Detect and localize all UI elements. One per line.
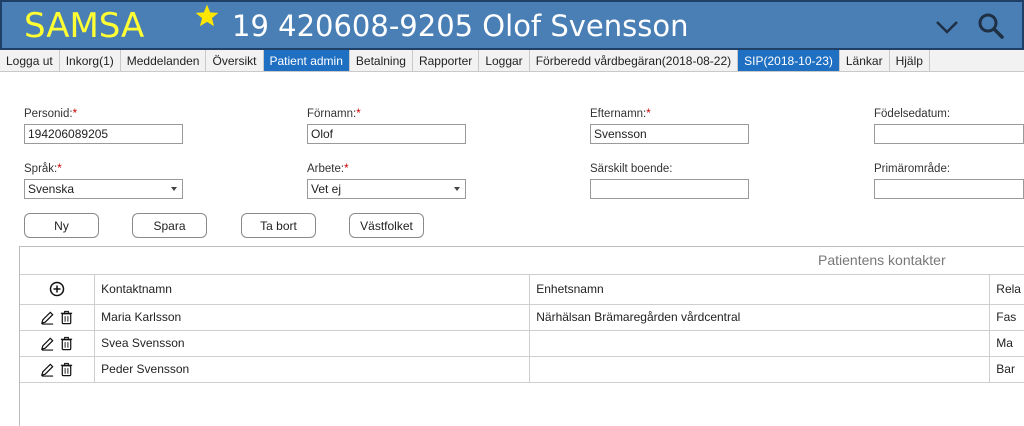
required-mark: * (72, 108, 78, 120)
nav-betalning[interactable]: Betalning (350, 50, 413, 71)
cell-kontaktnamn: Svea Svensson (94, 330, 531, 357)
efternamn-field: Efternamn:* Svensson (590, 106, 749, 144)
sprak-field: Språk:* Svenska (24, 161, 183, 199)
fodelsedatum-select[interactable] (874, 124, 1024, 144)
contacts-table: Kontaktnamn Enhetsnamn Rela Maria Karlss… (20, 275, 1024, 383)
nav-hjalp[interactable]: Hjälp (890, 50, 930, 71)
nav-rapporter[interactable]: Rapporter (413, 50, 480, 71)
primaromrade-field: Primärområde: (874, 161, 1024, 199)
column-header-enhetsnamn[interactable]: Enhetsnamn (529, 275, 991, 305)
personid-input[interactable]: 194206089205 (24, 124, 183, 144)
edit-pencil-icon[interactable] (40, 310, 55, 325)
nav-sip[interactable]: SIP(2018-10-23) (738, 50, 840, 71)
nav-meddelanden[interactable]: Meddelanden (121, 50, 207, 71)
ny-button[interactable]: Ny (24, 213, 99, 238)
cell-relation: Fas (989, 304, 1024, 331)
spara-button[interactable]: Spara (132, 213, 207, 238)
fodelsedatum-label: Födelsedatum: (874, 108, 951, 120)
arbete-value: Vet ej (311, 182, 342, 196)
cell-relation: Ma (989, 330, 1024, 357)
nav-logga-ut[interactable]: Logga ut (0, 50, 60, 71)
cell-enhetsnamn: Närhälsan Brämaregården vårdcentral (529, 304, 991, 331)
sprak-label: Språk: (24, 163, 58, 175)
chevron-down-icon[interactable] (934, 16, 960, 38)
contacts-title: Patientens kontakter (818, 252, 946, 268)
required-mark: * (356, 108, 361, 120)
arbete-select[interactable]: Vet ej (307, 179, 466, 199)
required-mark: * (57, 163, 62, 175)
cell-relation: Bar (989, 356, 1024, 383)
delete-trash-icon[interactable] (59, 310, 74, 325)
nav-lankar[interactable]: Länkar (840, 50, 890, 71)
personid-field: Personid:* 194206089205 (24, 106, 183, 144)
arbete-label: Arbete: (307, 163, 345, 175)
edit-pencil-icon[interactable] (40, 362, 55, 377)
nav-patient-admin[interactable]: Patient admin (263, 50, 350, 71)
edit-pencil-icon[interactable] (40, 336, 55, 351)
efternamn-input[interactable]: Svensson (590, 124, 749, 144)
nav-forberedd-vardbegaran[interactable]: Förberedd vårdbegäran(2018-08-22) (530, 50, 739, 71)
add-contact-icon[interactable] (49, 281, 65, 297)
personid-label: Personid: (24, 108, 73, 120)
column-header-kontaktnamn[interactable]: Kontaktnamn (94, 275, 531, 305)
fornamn-input[interactable]: Olof (307, 124, 466, 144)
cell-kontaktnamn: Peder Svensson (94, 356, 531, 383)
nav-loggar[interactable]: Loggar (479, 50, 530, 71)
patient-contacts-panel: Patientens kontakter Kontaktnamn Enhetsn… (19, 246, 1024, 426)
cell-enhetsnamn (529, 356, 991, 383)
sarskilt-boende-input[interactable] (590, 179, 749, 199)
main-nav: Logga ut Inkorg(1) Meddelanden Översikt … (0, 50, 1024, 72)
fodelsedatum-field: Födelsedatum: (874, 106, 1024, 144)
delete-trash-icon[interactable] (59, 362, 74, 377)
column-header-relation[interactable]: Rela (989, 275, 1024, 305)
dropdown-caret-icon (454, 187, 460, 191)
app-logo: SAMSA (24, 6, 145, 46)
table-row: Maria Karlsson Närhälsan Brämaregården v… (20, 304, 1024, 331)
vastfolket-button[interactable]: Västfolket (349, 213, 424, 238)
sarskilt-boende-label: Särskilt boende: (590, 163, 673, 175)
arbete-field: Arbete:* Vet ej (307, 161, 466, 199)
patient-title: 19 420608-9205 Olof Svensson (232, 9, 689, 43)
primaromrade-label: Primärområde: (874, 163, 951, 175)
ta-bort-button[interactable]: Ta bort (241, 213, 316, 238)
primaromrade-select[interactable] (874, 179, 1024, 199)
favorite-star-icon[interactable] (194, 3, 220, 29)
table-row: Peder Svensson Bar (20, 356, 1024, 383)
nav-oversikt[interactable]: Översikt (206, 50, 264, 71)
app-header: SAMSA 19 420608-9205 Olof Svensson (0, 0, 1024, 50)
table-header-row: Kontaktnamn Enhetsnamn Rela (20, 275, 1024, 305)
efternamn-label: Efternamn: (590, 108, 647, 120)
sarskilt-boende-field: Särskilt boende: (590, 161, 749, 199)
table-row: Svea Svensson Ma (20, 330, 1024, 357)
sprak-value: Svenska (28, 182, 75, 196)
required-mark: * (344, 163, 349, 175)
search-icon[interactable] (977, 12, 1005, 40)
dropdown-caret-icon (171, 187, 177, 191)
delete-trash-icon[interactable] (59, 336, 74, 351)
sprak-select[interactable]: Svenska (24, 179, 183, 199)
fornamn-field: Förnamn:* Olof (307, 106, 466, 144)
required-mark: * (646, 108, 651, 120)
cell-kontaktnamn: Maria Karlsson (94, 304, 531, 331)
nav-inkorg[interactable]: Inkorg(1) (60, 50, 121, 71)
fornamn-label: Förnamn: (307, 108, 357, 120)
cell-enhetsnamn (529, 330, 991, 357)
